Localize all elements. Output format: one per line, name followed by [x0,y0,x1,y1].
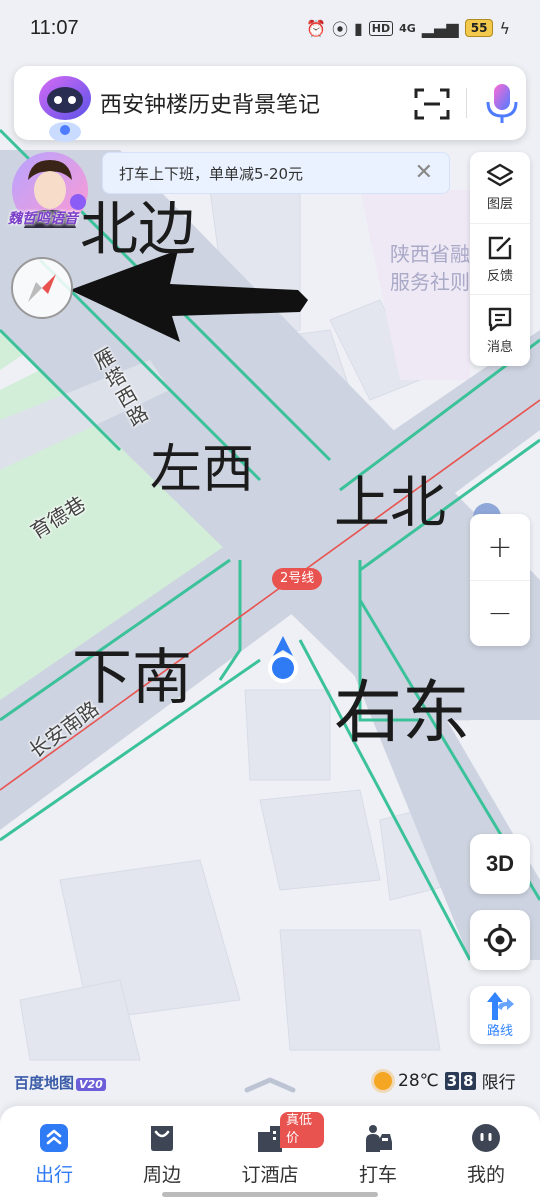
metro-line-badge[interactable]: 2号线 [272,568,323,590]
bottom-nav: 出行 周边 真低价 订酒店 打车 我的 [0,1106,540,1200]
scan-button[interactable] [412,86,452,122]
alarm-icon: ⏰ [306,18,326,38]
brand-name: 百度地图 [14,1074,75,1092]
weather-widget[interactable]: 28℃ 38 限行 [374,1068,516,1093]
hotel-badge: 真低价 [280,1112,324,1148]
nav-profile-label: 我的 [466,1164,505,1186]
route-button[interactable]: 路线 [470,986,530,1044]
nav-travel[interactable]: 出行 [0,1106,108,1200]
brand-logo: 百度地图 V20 [14,1072,106,1093]
signal-icon: ▂▄▆ [421,18,459,38]
3d-button[interactable]: 3D [470,834,530,894]
message-button[interactable]: 消息 [470,294,530,365]
promo-text: 打车上下班，单单减5-20元 [119,164,304,183]
traffic-limit-b: 8 [461,1071,476,1090]
nav-nearby[interactable]: 周边 [108,1106,216,1200]
nav-taxi[interactable]: 打车 [324,1106,432,1200]
route-arrow-icon [487,991,514,1020]
annotation-down-south: 下南 [72,643,192,713]
nav-taxi-label: 打车 [358,1164,397,1186]
traffic-limit-label: 限行 [481,1073,516,1093]
locate-button[interactable] [470,910,530,970]
status-time: 11:07 [30,16,79,39]
close-icon[interactable]: ✕ [415,161,433,185]
brand-version: V20 [76,1078,106,1091]
nav-profile[interactable]: 我的 [432,1106,540,1200]
poi-line1: 陕西省融 [390,242,470,266]
status-bar: 11:07 ⏰ ⦿ ▮ HD 4G ▂▄▆ 55 ϟ [0,0,540,56]
map-tools-panel: 图层 反馈 消息 [470,152,530,366]
drawer-handle-icon[interactable] [243,1076,297,1094]
home-indicator[interactable] [162,1192,378,1197]
feedback-icon [488,236,512,259]
zoom-in-button[interactable]: + [470,514,530,580]
route-label: 路线 [486,1023,513,1039]
search-divider [466,88,467,118]
sun-icon [374,1071,392,1090]
location-icon: ⦿ [331,20,348,39]
annotation-up-north: 上北 [334,471,446,536]
travel-icon [40,1124,68,1152]
taxi-icon [366,1125,392,1152]
network-label: 4G [399,21,416,35]
scan-icon [414,88,450,120]
nav-travel-label: 出行 [34,1164,73,1186]
feedback-label: 反馈 [486,268,513,284]
voice-button[interactable] [484,82,520,124]
assistant-robot-icon[interactable] [34,72,96,144]
layers-icon [486,163,514,187]
mic-status-icon: ▮ [353,18,363,38]
microphone-icon [486,84,518,123]
nav-nearby-label: 周边 [142,1164,181,1186]
battery-icon: 55 [464,19,494,37]
locate-icon [484,924,516,956]
poi-line2: 服务社则 [390,270,470,294]
annotation-north-side: 北边 [80,195,197,263]
compass-icon[interactable] [10,256,74,320]
layers-button[interactable]: 图层 [470,152,530,223]
nearby-icon [151,1126,173,1151]
hd-icon: HD [368,20,394,36]
avatar-voice-label: 魏哲鸣语音 [8,211,78,227]
zoom-controls: + − [470,514,530,646]
feedback-button[interactable]: 反馈 [470,223,530,294]
message-label: 消息 [486,339,513,355]
annotation-right-east: 右东 [334,674,471,753]
profile-icon [472,1124,500,1152]
status-icons: ⏰ ⦿ ▮ HD 4G ▂▄▆ 55 ϟ [306,16,510,40]
promo-banner[interactable]: 打车上下班，单单减5-20元 ✕ [102,152,450,194]
layers-label: 图层 [486,197,513,212]
zoom-out-button[interactable]: − [470,580,530,646]
nav-hotel-label: 订酒店 [241,1164,299,1186]
search-query[interactable]: 西安钟楼历史背景笔记 [100,87,320,119]
annotation-left-west: 左西 [150,440,255,500]
charging-icon: ϟ [499,18,510,38]
traffic-limit-a: 3 [444,1071,460,1090]
temperature: 28℃ [398,1070,439,1091]
message-icon [488,307,512,331]
nav-hotel[interactable]: 真低价 订酒店 [216,1106,324,1200]
